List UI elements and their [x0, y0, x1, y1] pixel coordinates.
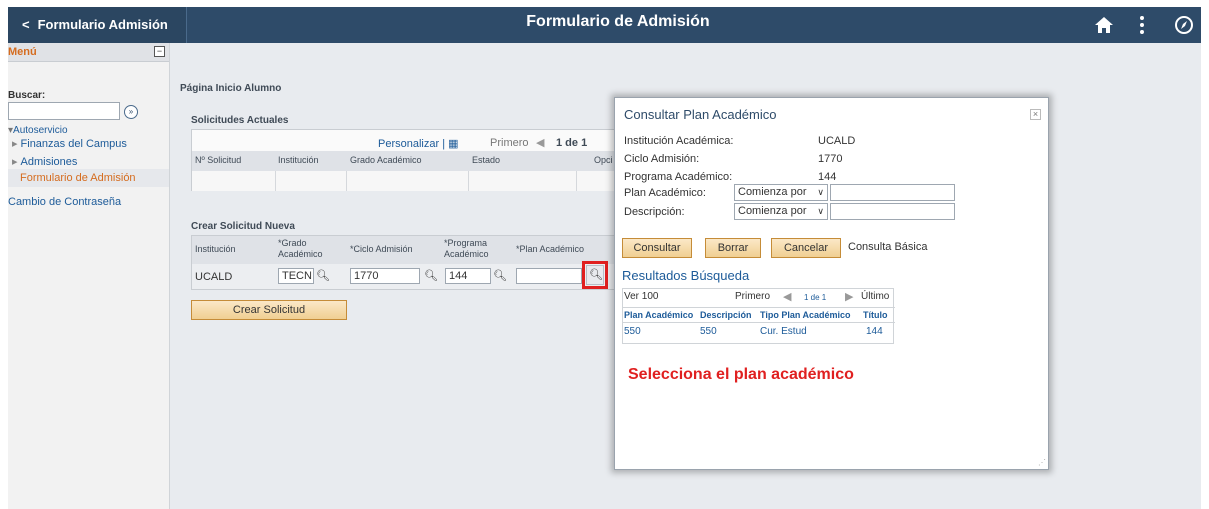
menu-title: Menú — [8, 46, 37, 58]
menu-search-input[interactable] — [8, 102, 120, 120]
next-arrow-icon[interactable]: ▶ — [845, 290, 853, 303]
last-link[interactable]: Último — [861, 291, 889, 302]
pager-count: 1 de 1 — [556, 137, 588, 149]
description-search-input[interactable] — [830, 203, 955, 220]
sidebar-menu: Menú − Buscar: » ▾Autoservicio ▸ Finanzas… — [8, 43, 170, 509]
more-vertical-icon[interactable] — [1128, 11, 1156, 39]
col-header: Plan Académico — [624, 310, 694, 320]
current-grid-header: Nº Solicitud Institución Grado Académico… — [192, 151, 632, 171]
personalize-link[interactable]: Personalizar | ▦ — [378, 137, 459, 150]
col-header: Estado — [472, 155, 501, 165]
sidebar-item-autoservicio[interactable]: ▾Autoservicio — [8, 125, 68, 136]
prev-arrow-icon[interactable]: ◀ — [783, 290, 791, 303]
expand-caret-icon: ▸ — [12, 138, 18, 150]
results-row[interactable]: 550 550 Cur. Estud 144 — [623, 324, 895, 340]
cycle-field[interactable]: 1770 — [350, 268, 420, 284]
plan-field[interactable] — [516, 268, 582, 284]
chevron-down-icon: ∨ — [817, 206, 824, 216]
instruction-text: Selecciona el plan académico — [628, 366, 854, 383]
app-frame: < Formulario Admisión Formulario de Admis… — [8, 7, 1201, 509]
col-header: Institución — [195, 244, 236, 254]
sidebar-item-cambio-contrasena[interactable]: Cambio de Contraseña — [8, 196, 121, 208]
grade-field[interactable]: TECN — [278, 268, 314, 284]
col-header: Descripción — [700, 310, 752, 320]
collapse-menu-button[interactable]: − — [154, 46, 165, 57]
cancel-button[interactable]: Cancelar — [771, 238, 841, 258]
first-link[interactable]: Primero — [735, 291, 770, 302]
col-header: *Ciclo Admisión — [350, 244, 413, 254]
top-header: < Formulario Admisión Formulario de Admis… — [8, 7, 1201, 43]
lookup-modal: Consultar Plan Académico × Institución A… — [614, 97, 1049, 470]
grade-lookup-icon[interactable]: 🔍︎ — [316, 269, 330, 283]
search-label: Buscar: — [8, 90, 46, 101]
type-cell[interactable]: Cur. Estud — [760, 326, 807, 337]
plan-cell[interactable]: 550 — [624, 326, 641, 337]
chevron-left-icon: < — [22, 17, 30, 32]
col-header: *Programa Académico — [444, 238, 489, 259]
col-header: Opci — [594, 155, 613, 165]
field-value: 1770 — [818, 153, 843, 165]
description-label: Descripción: — [624, 206, 685, 218]
sidebar-item-admisiones[interactable]: ▸ Admisiones — [12, 155, 77, 168]
cycle-lookup-icon[interactable]: 🔍︎ — [424, 269, 438, 283]
col-header: Título — [863, 310, 888, 320]
back-button[interactable]: < Formulario Admisión — [8, 7, 187, 43]
magnifier-icon: 🔍︎ — [589, 269, 603, 281]
col-header: *Plan Académico — [516, 244, 585, 254]
new-grid-header: Institución *Grado Académico *Ciclo Admi… — [192, 236, 616, 264]
field-value: UCALD — [818, 135, 856, 147]
institution-value: UCALD — [195, 271, 233, 283]
search-go-icon[interactable]: » — [124, 105, 138, 119]
program-lookup-icon[interactable]: 🔍︎ — [493, 269, 507, 283]
col-header: Tipo Plan Académico — [760, 310, 851, 320]
menu-header: Menú − — [8, 43, 169, 62]
field-label: Institución Académica: — [624, 135, 734, 147]
back-label: Formulario Admisión — [37, 17, 168, 32]
title-cell[interactable]: 144 — [866, 326, 883, 337]
prev-arrow-icon[interactable]: ◀ — [536, 136, 544, 149]
new-request-grid: Institución *Grado Académico *Ciclo Admi… — [191, 235, 616, 290]
navigator-compass-icon[interactable] — [1170, 11, 1198, 39]
page-title: Formulario de Admisión — [526, 13, 710, 30]
field-label: Programa Académico: — [624, 171, 733, 183]
chevron-down-icon: ∨ — [817, 187, 824, 197]
view-100-link[interactable]: Ver 100 — [624, 291, 658, 302]
results-title: Resultados Búsqueda — [622, 268, 750, 283]
field-label: Ciclo Admisión: — [624, 153, 700, 165]
current-requests-title: Solicitudes Actuales — [191, 115, 289, 126]
search-button[interactable]: Consultar — [622, 238, 692, 258]
plan-search-input[interactable] — [830, 184, 955, 201]
empty-row — [192, 171, 632, 191]
program-field[interactable]: 144 — [445, 268, 491, 284]
results-grid: Ver 100 Primero ◀ 1 de 1 ▶ Último Plan A… — [622, 288, 895, 344]
basic-search-link[interactable]: Consulta Básica — [848, 241, 928, 253]
col-header: Grado Académico — [350, 155, 422, 165]
first-link[interactable]: Primero — [490, 137, 529, 149]
grid-export-icon: ▦ — [448, 138, 459, 150]
modal-title: Consultar Plan Académico — [624, 107, 777, 122]
new-request-title: Crear Solicitud Nueva — [191, 221, 295, 232]
resize-handle-icon[interactable]: ⋰ — [1038, 458, 1046, 467]
close-icon[interactable]: × — [1030, 109, 1041, 120]
home-icon[interactable] — [1090, 11, 1118, 39]
col-header: *Grado Académico — [278, 238, 323, 259]
current-requests-grid: Personalizar | ▦ Primero ◀ 1 de 1 Nº Sol… — [191, 129, 632, 191]
page-home-link[interactable]: Página Inicio Alumno — [180, 83, 281, 94]
plan-lookup-button[interactable]: 🔍︎ — [586, 265, 604, 285]
plan-operator-select[interactable]: Comienza por ∨ — [734, 184, 828, 201]
create-request-button[interactable]: Crear Solicitud — [191, 300, 347, 320]
col-header: Institución — [278, 155, 319, 165]
sidebar-item-finanzas[interactable]: ▸ Finanzas del Campus — [12, 137, 127, 150]
results-header: Plan Académico Descripción Tipo Plan Aca… — [623, 307, 895, 323]
results-pager: 1 de 1 — [804, 293, 827, 302]
field-value: 144 — [818, 171, 837, 183]
plan-label: Plan Académico: — [624, 187, 706, 199]
col-header: Nº Solicitud — [195, 155, 242, 165]
sidebar-item-formulario-admision[interactable]: Formulario de Admisión — [20, 172, 136, 184]
clear-button[interactable]: Borrar — [705, 238, 761, 258]
expand-caret-icon: ▸ — [12, 156, 18, 168]
description-cell[interactable]: 550 — [700, 326, 717, 337]
description-operator-select[interactable]: Comienza por ∨ — [734, 203, 828, 220]
